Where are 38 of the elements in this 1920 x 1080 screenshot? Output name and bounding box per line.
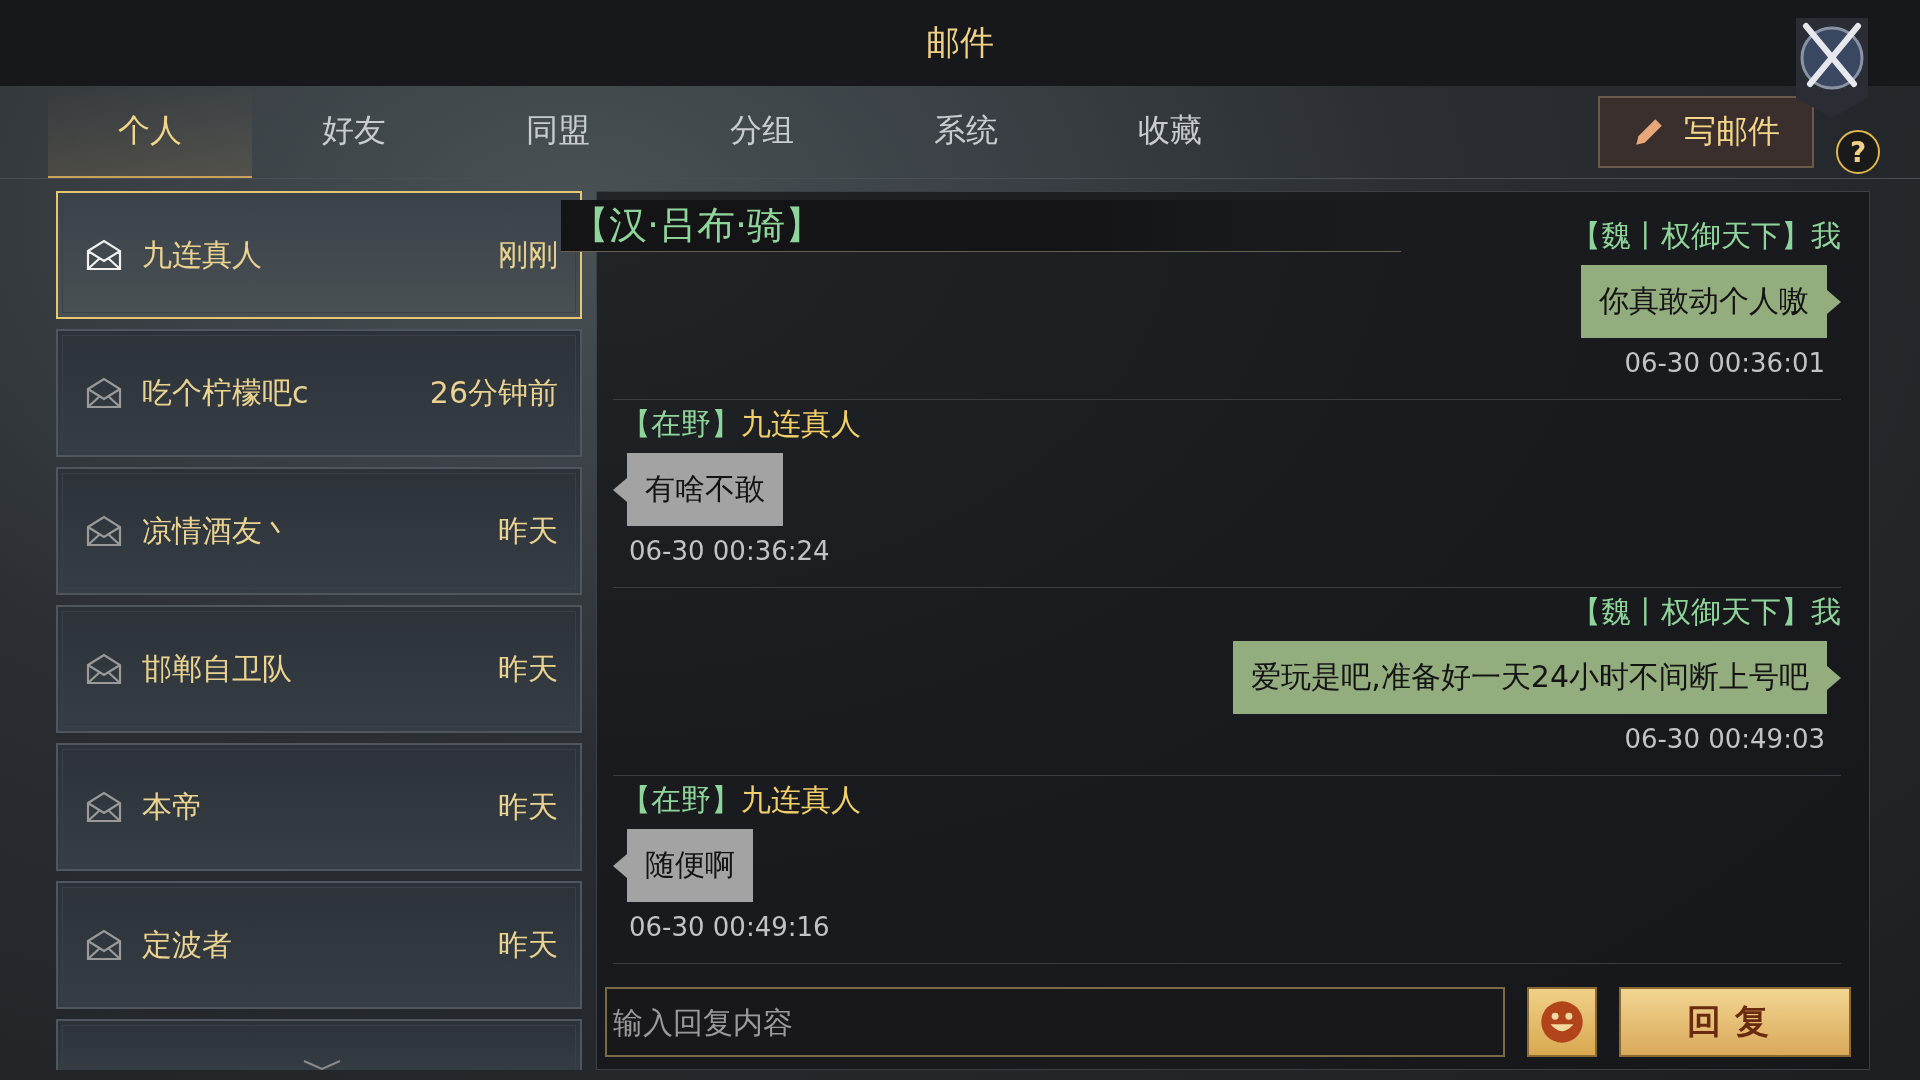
message-time: 06-30 00:36:01	[1624, 348, 1825, 378]
sender-name: 【在野】九连真人	[621, 781, 861, 819]
mail-list-item[interactable]: 邯郸自卫队 昨天	[56, 605, 582, 733]
window-title: 邮件	[926, 21, 994, 64]
bubble-tail-icon	[1827, 665, 1841, 690]
help-button[interactable]: ?	[1836, 130, 1880, 174]
message-time: 06-30 00:49:03	[1624, 724, 1825, 754]
mail-list-item[interactable]: 吃个柠檬吧c 26分钟前	[56, 329, 582, 457]
mail-list-item[interactable]: 本帝 昨天	[56, 743, 582, 871]
envelope-icon	[86, 929, 122, 961]
tab[interactable]: 分组	[660, 86, 864, 178]
bubble-tail-icon	[613, 477, 627, 502]
message-time: 06-30 00:49:16	[629, 912, 830, 942]
bubble-tail-icon	[613, 853, 627, 878]
mail-list-item[interactable]: 凉情酒友丶 昨天	[56, 467, 582, 595]
tab[interactable]: 好友	[252, 86, 456, 178]
compose-button[interactable]: 写邮件	[1598, 96, 1814, 168]
envelope-icon	[86, 653, 122, 685]
sender-name: 【魏丨权御天下】我	[1571, 217, 1841, 255]
emoji-button[interactable]	[1527, 987, 1597, 1057]
conversation-header: 【汉·吕布·骑】	[561, 200, 1401, 252]
chevron-down-icon	[302, 1059, 342, 1070]
smiley-face-icon	[1539, 999, 1585, 1045]
reply-input-field[interactable]: 输入回复内容	[605, 987, 1505, 1057]
envelope-icon	[86, 791, 122, 823]
envelope-icon	[86, 515, 122, 547]
mail-list-item[interactable]: 定波者 昨天	[56, 881, 582, 1009]
envelope-icon	[86, 377, 122, 409]
bubble-tail-icon	[1827, 289, 1841, 314]
tab[interactable]: 系统	[864, 86, 1068, 178]
tab[interactable]: 同盟	[456, 86, 660, 178]
reply-button[interactable]: 回复	[1619, 987, 1851, 1057]
message-time: 06-30 00:36:24	[629, 536, 830, 566]
tab[interactable]: 收藏	[1068, 86, 1272, 178]
sender-name: 【魏丨权御天下】我	[1571, 593, 1841, 631]
envelope-icon	[86, 239, 122, 271]
mail-list-item[interactable]: 九连真人 刚刚	[56, 191, 582, 319]
sender-name: 【在野】九连真人	[621, 405, 861, 443]
